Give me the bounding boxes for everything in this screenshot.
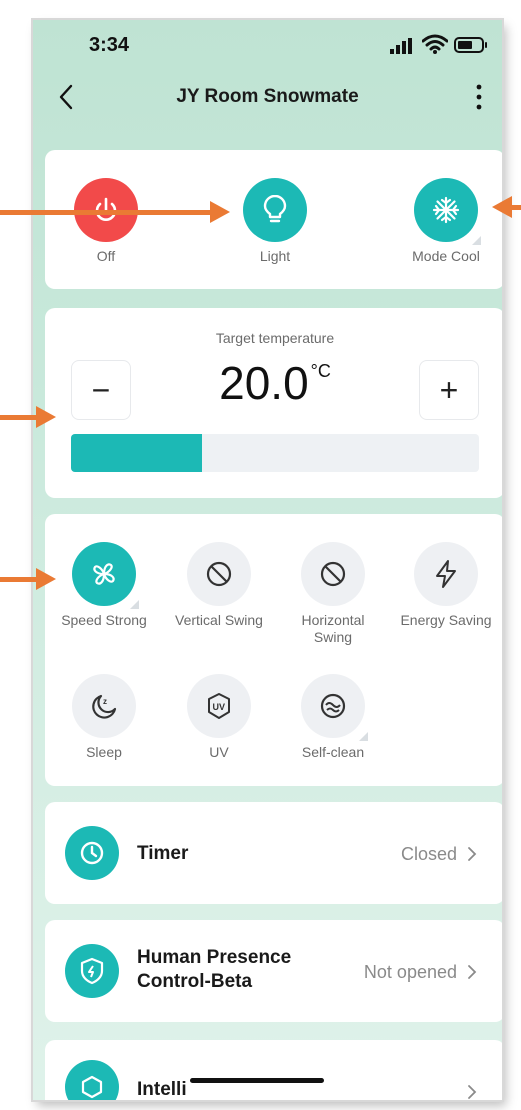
mode-label: Mode Cool	[412, 248, 480, 264]
annotation-arrow-mode	[492, 196, 521, 218]
quick-controls-card: Off Light Mode Cool	[45, 150, 502, 289]
snowflake-icon	[432, 196, 460, 224]
light-label: Light	[259, 248, 291, 264]
timer-row[interactable]: Timer Closed	[45, 802, 502, 904]
page-title: JY Room Snowmate	[176, 86, 359, 107]
chevron-right-icon	[468, 1085, 477, 1099]
temperature-value: 20.0	[219, 357, 309, 409]
power-label: Off	[96, 248, 116, 264]
speed-button[interactable]	[72, 542, 139, 609]
intelligent-title: Intelli	[137, 1079, 187, 1100]
function-self-clean[interactable]: Self-clean	[278, 674, 388, 761]
temperature-card: Target temperature 20.0 °C − +	[45, 308, 502, 498]
home-indicator	[190, 1078, 324, 1083]
vertical-swing-button[interactable]	[187, 542, 251, 606]
function-label: Self-clean	[301, 744, 365, 760]
human-presence-status: Not opened	[363, 962, 457, 982]
light-tile[interactable]: Light	[230, 178, 320, 265]
target-temperature-label: Target temperature	[215, 330, 335, 346]
chevron-right-icon	[468, 965, 477, 979]
intelligent-row[interactable]: Intelli	[45, 1040, 502, 1100]
uv-button[interactable]: UV	[187, 674, 251, 738]
power-tile[interactable]: Off	[61, 178, 151, 265]
mode-button[interactable]	[414, 178, 481, 245]
phone-screen: 3:34 JY Room Snowmate Off Light Mode Coo…	[33, 20, 502, 1100]
function-label: Energy Saving	[400, 612, 492, 628]
self-clean-button[interactable]	[301, 674, 368, 741]
function-label: Sleep	[86, 744, 122, 760]
function-horizontal-swing[interactable]: Horizontal Swing	[283, 542, 383, 646]
function-label: Speed Strong	[61, 612, 147, 628]
scene-icon	[65, 1060, 119, 1100]
no-icon	[320, 561, 346, 587]
self-clean-icon	[320, 693, 346, 719]
status-time: 3:34	[89, 34, 130, 56]
signal-icon	[390, 38, 412, 54]
temperature-slider[interactable]	[71, 434, 479, 472]
timer-title: Timer	[137, 843, 189, 864]
bolt-icon	[436, 560, 456, 588]
function-uv[interactable]: UV UV	[163, 674, 275, 761]
function-label: Horizontal Swing	[301, 612, 365, 645]
horizontal-swing-button[interactable]	[301, 542, 365, 606]
clock-icon	[65, 826, 119, 880]
human-presence-row[interactable]: Human Presence Control-Beta Not opened	[45, 920, 502, 1022]
wifi-icon	[422, 34, 448, 54]
annotation-arrow-speed	[0, 568, 56, 590]
svg-text:UV: UV	[213, 702, 226, 712]
battery-icon	[454, 37, 487, 53]
no-icon	[206, 561, 232, 587]
moon-icon: z	[92, 694, 117, 719]
more-options-corner-icon	[359, 732, 368, 741]
mode-tile[interactable]: Mode Cool	[401, 178, 491, 265]
annotation-arrow-temperature	[0, 406, 56, 428]
function-label: UV	[209, 744, 229, 760]
function-vertical-swing[interactable]: Vertical Swing	[163, 542, 275, 629]
more-options-corner-icon	[130, 600, 139, 609]
fan-icon	[93, 563, 115, 585]
status-bar: 3:34	[33, 20, 502, 70]
nav-bar: JY Room Snowmate	[33, 82, 502, 126]
uv-icon: UV	[208, 693, 230, 719]
more-options-icon[interactable]	[469, 82, 489, 112]
sleep-button[interactable]: z	[72, 674, 136, 738]
light-button[interactable]	[243, 178, 307, 242]
function-energy-saving[interactable]: Energy Saving	[390, 542, 502, 629]
shield-icon	[65, 944, 119, 998]
temperature-unit: °C	[310, 361, 331, 381]
function-label: Vertical Swing	[175, 612, 263, 628]
annotation-arrow-light	[0, 201, 230, 223]
function-sleep[interactable]: z Sleep	[49, 674, 159, 761]
timer-status: Closed	[400, 844, 457, 864]
svg-text:z: z	[103, 697, 107, 706]
temperature-slider-fill	[71, 434, 202, 472]
function-speed[interactable]: Speed Strong	[49, 542, 159, 629]
increase-temperature-button[interactable]: +	[419, 360, 479, 420]
functions-card: Speed Strong Vertical Swing Horizontal S…	[45, 514, 502, 786]
more-options-corner-icon	[472, 236, 481, 245]
decrease-temperature-button[interactable]: −	[71, 360, 131, 420]
energy-saving-button[interactable]	[414, 542, 478, 606]
lightbulb-icon	[263, 195, 287, 223]
chevron-right-icon	[468, 847, 477, 861]
human-presence-title: Human Presence Control-Beta	[137, 947, 292, 992]
